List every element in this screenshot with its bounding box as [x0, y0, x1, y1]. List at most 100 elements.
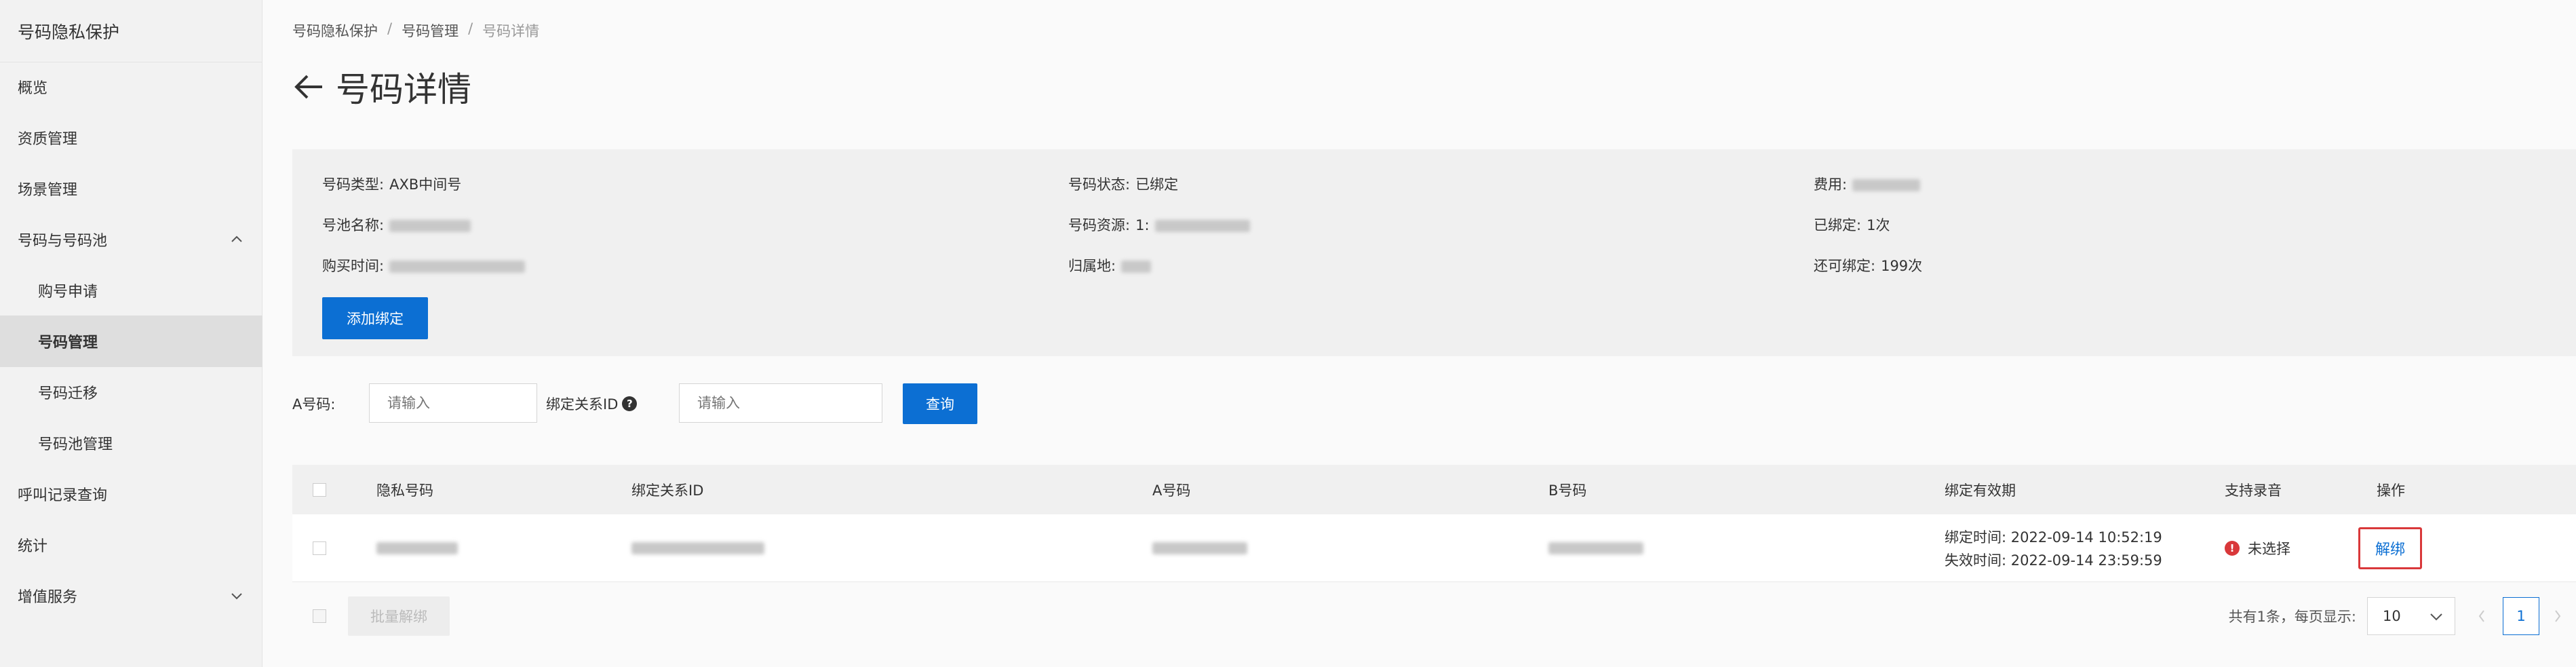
- cell-a-number: [1152, 514, 1247, 582]
- table-row: 绑定时间: 2022-09-14 10:52:19 失效时间: 2022-09-…: [292, 514, 2576, 582]
- header-a-number: A号码: [1152, 482, 1191, 499]
- sidebar-item-label: 概览: [18, 80, 48, 97]
- info-bound-count: 已绑定: 1次: [1814, 214, 1890, 235]
- sidebar-item-label: 号码池管理: [38, 436, 113, 453]
- cell-actions: 解绑: [2358, 514, 2423, 582]
- table-footer: 批量解绑 共有1条，每页显示: 10 1: [292, 582, 2576, 650]
- info-value: 1:: [1135, 217, 1150, 233]
- info-pool-name: 号池名称:: [322, 214, 471, 235]
- table-header: 隐私号码 绑定关系ID A号码 B号码 绑定有效期 支持录音 操作: [292, 465, 2576, 514]
- info-value: 1次: [1867, 217, 1890, 233]
- chevron-right-icon: [2555, 610, 2561, 622]
- info-label: 费用:: [1814, 176, 1848, 193]
- header-validity: 绑定有效期: [1945, 482, 2016, 499]
- a-number-input[interactable]: [369, 383, 537, 423]
- sidebar-item-numbers-pools[interactable]: 号码与号码池: [0, 214, 262, 265]
- sidebar-item-label: 号码与号码池: [18, 233, 108, 250]
- sidebar-title: 号码隐私保护: [0, 0, 262, 62]
- cell-validity: 绑定时间: 2022-09-14 10:52:19 失效时间: 2022-09-…: [1945, 514, 2162, 582]
- add-binding-button[interactable]: 添加绑定: [322, 297, 428, 339]
- info-number-status: 号码状态: 已绑定: [1068, 174, 1178, 194]
- header-recording: 支持录音: [2225, 482, 2282, 499]
- breadcrumb-item-current: 号码详情: [482, 23, 540, 39]
- page-number-button[interactable]: 1: [2503, 597, 2539, 635]
- cell-b-number: [1548, 514, 1643, 582]
- page-title-text: 号码详情: [336, 70, 471, 109]
- sidebar-item-scenario[interactable]: 场景管理: [0, 163, 262, 214]
- sidebar-item-overview[interactable]: 概览: [0, 61, 262, 113]
- redacted-value: [1548, 541, 1643, 554]
- bind-id-input[interactable]: [679, 383, 882, 423]
- breadcrumb: 号码隐私保护 / 号码管理 / 号码详情: [292, 20, 539, 41]
- redacted-value: [1852, 179, 1921, 191]
- sidebar-item-statistics[interactable]: 统计: [0, 519, 262, 571]
- sidebar-item-label: 场景管理: [18, 182, 78, 199]
- main-content: 号码隐私保护 / 号码管理 / 号码详情 号码详情 号码类型: AXB中间号 号池…: [262, 0, 2576, 667]
- next-page-button[interactable]: [2539, 597, 2576, 635]
- breadcrumb-item-root[interactable]: 号码隐私保护: [292, 20, 378, 41]
- info-label: 还可绑定:: [1814, 258, 1876, 274]
- info-number-type: 号码类型: AXB中间号: [322, 174, 461, 194]
- select-all-checkbox[interactable]: [313, 465, 326, 514]
- cell-privacy-number: [376, 514, 458, 582]
- redacted-value: [389, 220, 471, 232]
- batch-unbind-button[interactable]: 批量解绑: [348, 596, 450, 636]
- footer-checkbox[interactable]: [313, 582, 326, 650]
- breadcrumb-item-number-management[interactable]: 号码管理: [402, 20, 458, 41]
- sidebar-item-pool-management[interactable]: 号码池管理: [0, 417, 262, 469]
- checkbox-box[interactable]: [313, 482, 326, 497]
- a-number-label: A号码:: [292, 394, 335, 414]
- redacted-value: [389, 261, 526, 273]
- header-privacy-number: 隐私号码: [376, 482, 433, 499]
- redacted-value: [1152, 541, 1247, 554]
- arrow-left-icon[interactable]: [292, 73, 324, 100]
- sidebar-item-qualification[interactable]: 资质管理: [0, 112, 262, 164]
- info-label: 号码状态:: [1068, 176, 1131, 193]
- sidebar-item-call-records[interactable]: 呼叫记录查询: [0, 468, 262, 520]
- header-b-number: B号码: [1548, 482, 1587, 499]
- bind-id-label: 绑定关系ID ?: [546, 394, 638, 414]
- checkbox-box[interactable]: [313, 609, 326, 623]
- unbind-link[interactable]: 解绑: [2358, 527, 2423, 569]
- header-bind-id: 绑定关系ID: [631, 482, 704, 499]
- chevron-down-icon: [231, 593, 242, 600]
- sidebar-item-label: 号码迁移: [38, 385, 98, 402]
- sidebar-item-value-added[interactable]: 增值服务: [0, 570, 262, 622]
- sidebar-item-number-management[interactable]: 号码管理: [0, 316, 262, 367]
- breadcrumb-separator: /: [387, 20, 393, 37]
- checkbox-box[interactable]: [313, 541, 326, 555]
- page-size-select[interactable]: 10: [2367, 597, 2455, 635]
- info-region: 归属地:: [1068, 255, 1152, 275]
- error-icon: !: [2225, 540, 2240, 556]
- header-actions: 操作: [2377, 482, 2405, 499]
- cell-recording: ! 未选择: [2225, 514, 2290, 582]
- breadcrumb-separator: /: [468, 20, 473, 37]
- sidebar-item-number-migration[interactable]: 号码迁移: [0, 366, 262, 418]
- help-icon[interactable]: ?: [622, 396, 638, 411]
- prev-page-button[interactable]: [2463, 597, 2500, 635]
- row-checkbox[interactable]: [313, 514, 326, 582]
- info-label: 号池名称:: [322, 217, 385, 233]
- redacted-value: [631, 541, 764, 554]
- sidebar-item-label: 增值服务: [18, 589, 78, 606]
- sidebar-item-purchase-request[interactable]: 购号申请: [0, 265, 262, 316]
- sidebar-item-label: 统计: [18, 538, 48, 555]
- sidebar-item-label: 号码管理: [38, 335, 98, 351]
- pager-summary: 共有1条，每页显示:: [2228, 609, 2356, 625]
- chevron-up-icon: [231, 235, 242, 242]
- sidebar-item-label: 购号申请: [38, 284, 98, 301]
- info-purchase-time: 购买时间:: [322, 255, 526, 275]
- info-value: 已绑定: [1135, 176, 1179, 193]
- redacted-value: [1121, 261, 1152, 273]
- page-title: 号码详情: [292, 62, 471, 111]
- recording-status: 未选择: [2248, 540, 2290, 557]
- chevron-left-icon: [2478, 610, 2484, 622]
- cell-bind-id: [631, 514, 764, 582]
- query-button[interactable]: 查询: [903, 383, 977, 424]
- info-value: 199次: [1881, 258, 1923, 274]
- info-label: 购买时间:: [322, 258, 385, 274]
- expire-time: 失效时间: 2022-09-14 23:59:59: [1945, 552, 2162, 569]
- info-label: 已绑定:: [1814, 217, 1862, 233]
- redacted-value: [1154, 220, 1250, 232]
- bind-time: 绑定时间: 2022-09-14 10:52:19: [1945, 529, 2162, 546]
